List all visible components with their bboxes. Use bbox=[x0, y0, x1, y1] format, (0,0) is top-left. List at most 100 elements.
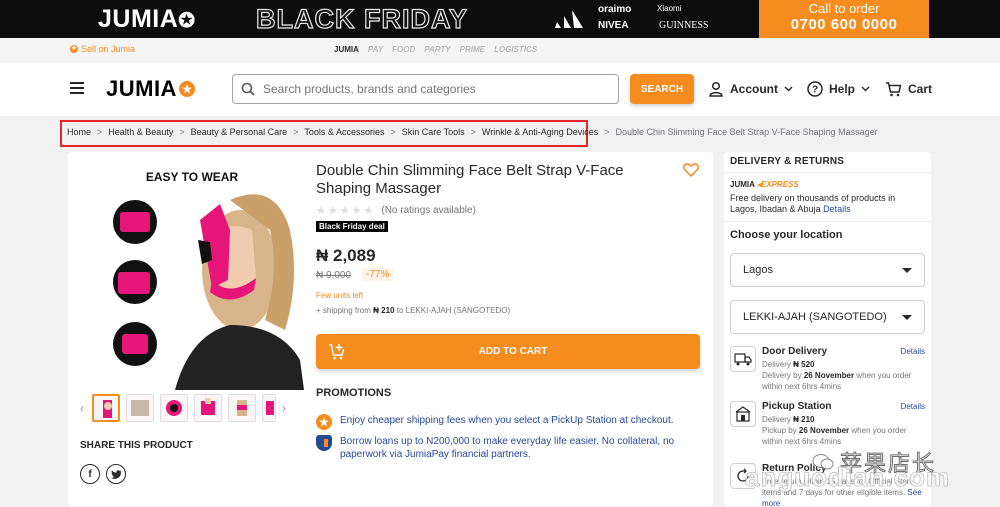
shipping-amount: ₦ 210 bbox=[373, 306, 395, 315]
thumbnail[interactable] bbox=[262, 394, 276, 422]
call-label: Call to order bbox=[808, 1, 880, 16]
account-menu[interactable]: Account bbox=[708, 81, 793, 97]
breadcrumb-separator: > bbox=[470, 127, 476, 137]
subnav-logistics[interactable]: LOGISTICS bbox=[494, 45, 537, 54]
thumbnail[interactable] bbox=[228, 394, 256, 422]
add-cart-icon bbox=[328, 343, 346, 360]
help-icon: ? bbox=[807, 81, 823, 97]
help-menu[interactable]: ? Help bbox=[807, 81, 870, 97]
old-price: ₦ 9,000 bbox=[316, 270, 352, 281]
xiaomi-logo: Xiaomi bbox=[657, 4, 682, 13]
banner-event-title: BLACK FRIDAY bbox=[255, 3, 469, 34]
subnav-food[interactable]: FOOD bbox=[392, 45, 415, 54]
pickup-station-icon bbox=[730, 401, 756, 427]
subnav-jumia[interactable]: JUMIA bbox=[334, 45, 359, 54]
rating-stars[interactable]: ★ ★ ★ ★ ★ (No ratings available) bbox=[316, 204, 476, 217]
sell-on-jumia-link[interactable]: ★ Sell on Jumia bbox=[70, 44, 135, 54]
call-to-order[interactable]: Call to order 0700 600 0000 bbox=[759, 0, 929, 38]
express-brand: JUMIA bbox=[730, 180, 755, 189]
star-icon: ★ bbox=[327, 205, 338, 217]
black-friday-badge: Black Friday deal bbox=[316, 221, 388, 232]
promotion-item[interactable]: Borrow loans up to N200,000 to make ever… bbox=[316, 435, 701, 461]
logo-text: JUMIA bbox=[106, 76, 177, 101]
caret-down-icon bbox=[902, 267, 912, 273]
discount-badge: -77% bbox=[362, 268, 394, 281]
pickup-station-title: Pickup Station bbox=[762, 401, 832, 412]
pickup-eta-prefix: Pickup by bbox=[762, 426, 797, 435]
door-fee: ₦ 520 bbox=[793, 360, 815, 369]
search-input[interactable] bbox=[263, 82, 593, 96]
add-to-cart-label: ADD TO CART bbox=[478, 346, 548, 357]
express-word: ◂EXPRESS bbox=[756, 180, 799, 189]
call-number: 0700 600 0000 bbox=[790, 16, 898, 33]
oraimo-logo: oraimo bbox=[598, 4, 632, 15]
thumbnail[interactable] bbox=[194, 394, 222, 422]
cart-link[interactable]: Cart bbox=[885, 81, 932, 97]
promotion-item[interactable]: Enjoy cheaper shipping fees when you sel… bbox=[316, 414, 701, 430]
thumbnail[interactable] bbox=[126, 394, 154, 422]
promotions-title: PROMOTIONS bbox=[316, 387, 392, 399]
chevron-left-icon[interactable]: ‹ bbox=[80, 401, 84, 415]
subnav-pay[interactable]: PAY bbox=[368, 45, 383, 54]
door-delivery-option: Door Delivery Details Delivery ₦ 520 Deli… bbox=[730, 346, 925, 392]
cart-icon bbox=[885, 81, 902, 97]
choose-location-title: Choose your location bbox=[730, 229, 843, 241]
pickup-eta-date: 26 November bbox=[798, 426, 850, 435]
divider bbox=[724, 172, 931, 173]
heart-icon[interactable] bbox=[683, 163, 699, 177]
jumia-express-logo: JUMIA ◂EXPRESS bbox=[730, 180, 799, 189]
star-icon: ★ bbox=[70, 45, 78, 53]
product-main-image[interactable] bbox=[80, 160, 304, 390]
door-fee-label: Delivery bbox=[762, 360, 791, 369]
guinness-logo: GUINNESS bbox=[659, 20, 709, 31]
watermark-url: anguodian.com bbox=[745, 462, 951, 493]
twitter-icon[interactable] bbox=[106, 464, 126, 484]
breadcrumb-current: Double Chin Slimming Face Belt Strap V-F… bbox=[615, 127, 878, 137]
search-button[interactable]: SEARCH bbox=[630, 74, 694, 104]
breadcrumb: Home > Health & Beauty > Beauty & Personal… bbox=[67, 127, 878, 137]
breadcrumb-tools-accessories[interactable]: Tools & Accessories bbox=[304, 127, 384, 137]
caret-down-icon bbox=[902, 314, 912, 320]
help-label: Help bbox=[829, 82, 856, 96]
breadcrumb-wrinkle-devices[interactable]: Wrinkle & Anti-Aging Devices bbox=[482, 127, 598, 137]
banner-logo: JUMIA✪ bbox=[98, 5, 196, 33]
chevron-right-icon[interactable]: › bbox=[282, 401, 286, 415]
jumia-logo[interactable]: JUMIA bbox=[106, 76, 195, 102]
thumbnail[interactable] bbox=[160, 394, 188, 422]
breadcrumb-home[interactable]: Home bbox=[67, 127, 91, 137]
star-icon: ★ bbox=[339, 205, 350, 217]
subnav-prime[interactable]: PRIME bbox=[460, 45, 485, 54]
facebook-icon[interactable]: f bbox=[80, 464, 100, 484]
door-eta-prefix: Delivery by bbox=[762, 371, 802, 380]
subnav-party[interactable]: PARTY bbox=[424, 45, 450, 54]
sell-label: Sell on Jumia bbox=[81, 44, 136, 54]
door-delivery-details-link[interactable]: Details bbox=[901, 346, 925, 357]
breadcrumb-separator: > bbox=[97, 127, 103, 137]
door-eta-date: 26 November bbox=[803, 371, 855, 380]
divider bbox=[724, 221, 931, 222]
search-icon bbox=[241, 82, 255, 96]
add-to-cart-button[interactable]: ADD TO CART bbox=[316, 334, 700, 369]
breadcrumb-skin-care-tools[interactable]: Skin Care Tools bbox=[402, 127, 465, 137]
search-box[interactable] bbox=[232, 74, 619, 104]
image-caption: EASY TO WEAR bbox=[145, 170, 239, 184]
svg-text:?: ? bbox=[812, 85, 818, 96]
truck-icon bbox=[730, 346, 756, 372]
city-value: LEKKI-AJAH (SANGOTEDO) bbox=[743, 311, 887, 323]
chevron-down-icon bbox=[784, 86, 793, 92]
pickup-station-details-link[interactable]: Details bbox=[901, 401, 925, 412]
breadcrumb-separator: > bbox=[604, 127, 610, 137]
breadcrumb-beauty-personal-care[interactable]: Beauty & Personal Care bbox=[191, 127, 288, 137]
image-thumbnails: ‹ › bbox=[80, 393, 304, 423]
breadcrumb-health-beauty[interactable]: Health & Beauty bbox=[108, 127, 173, 137]
door-delivery-title: Door Delivery bbox=[762, 346, 828, 357]
free-delivery-details-link[interactable]: Details bbox=[823, 204, 851, 214]
city-select[interactable]: LEKKI-AJAH (SANGOTEDO) bbox=[730, 300, 925, 334]
thumbnail[interactable] bbox=[92, 394, 120, 422]
pickup-fee: ₦ 210 bbox=[793, 415, 815, 424]
hamburger-menu-icon[interactable] bbox=[70, 82, 84, 94]
adidas-logo-icon bbox=[553, 10, 587, 30]
star-icon: ★ bbox=[316, 205, 326, 217]
promotion-text: Borrow loans up to N200,000 to make ever… bbox=[340, 436, 675, 460]
state-select[interactable]: Lagos bbox=[730, 253, 925, 287]
